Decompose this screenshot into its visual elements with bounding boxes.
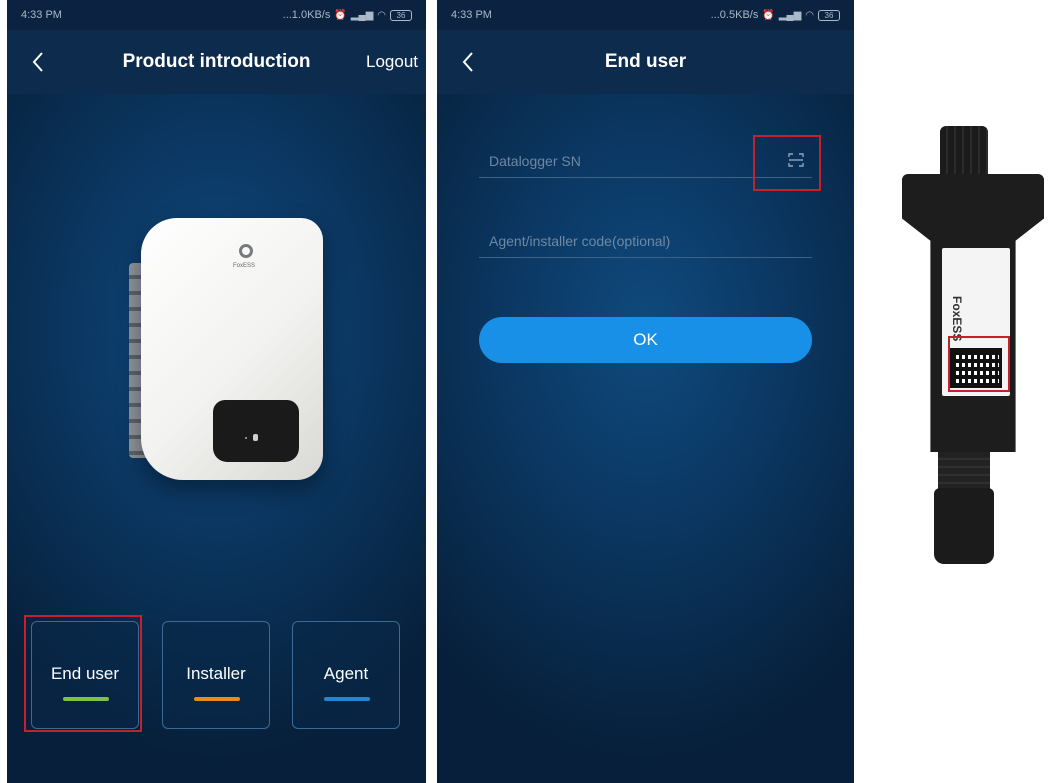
qr-code [950,348,1002,388]
datalogger-thread [938,452,990,492]
agent-code-field [479,212,812,258]
alarm-icon: ⏰ [762,9,775,21]
status-bar: 4:33 PM ...1.0KB/s ⏰ ▂▄▆ ◠ 36 [7,0,426,30]
alarm-icon: ⏰ [334,9,347,21]
installer-button[interactable]: Installer [162,621,270,729]
end-user-screen: 4:33 PM ...0.5KB/s ⏰ ▂▄▆ ◠ 36 End user O… [437,0,854,783]
chevron-left-icon[interactable] [457,50,481,74]
status-time: 4:33 PM [21,9,62,21]
logout-button[interactable]: Logout [366,52,418,72]
battery-icon: 36 [818,9,840,21]
foxess-logo-icon [239,244,253,258]
agent-button[interactable]: Agent [292,621,400,729]
page-title: End user [604,51,687,72]
agent-code-input[interactable] [479,212,812,257]
signal-icon: ▂▄▆ [778,9,802,21]
scan-icon[interactable] [788,152,804,168]
chevron-left-icon[interactable] [27,50,51,74]
nav-bar: Product introduction Logout [7,30,426,94]
battery-icon: 36 [390,9,412,21]
datalogger-label: FoxESS [942,248,1010,396]
status-time: 4:33 PM [451,9,492,21]
inverter-display-panel [213,400,299,462]
inverter-brand: FoxESS [233,263,256,269]
signal-icon: ▂▄▆ [350,9,374,21]
role-color-bar [194,697,240,701]
role-label: Installer [186,664,246,683]
network-speed: ...1.0KB/s [282,9,331,21]
role-label: Agent [323,664,369,683]
datalogger-sn-field [479,132,812,178]
datalogger-image: FoxESS [900,122,1048,572]
wifi-icon: ◠ [377,9,386,21]
end-user-button[interactable]: End user [31,621,139,729]
datalogger-cable-gland [934,488,994,564]
nav-bar: End user [437,30,854,94]
ok-button[interactable]: OK [479,317,812,363]
inverter-body: FoxESS [141,218,323,480]
network-speed: ...0.5KB/s [710,9,759,21]
product-introduction-screen: 4:33 PM ...1.0KB/s ⏰ ▂▄▆ ◠ 36 Product in… [7,0,426,783]
role-color-bar [63,697,109,701]
inverter-image: FoxESS [125,218,325,488]
role-label: End user [50,664,120,683]
role-color-bar [324,697,370,701]
wifi-icon: ◠ [805,9,814,21]
inverter-led [253,434,258,441]
datalogger-brand: FoxESS [950,296,964,342]
status-bar: 4:33 PM ...0.5KB/s ⏰ ▂▄▆ ◠ 36 [437,0,854,30]
datalogger-connector [940,126,988,182]
datalogger-sn-input[interactable] [479,132,812,177]
page-title: Product introduction [122,51,311,72]
